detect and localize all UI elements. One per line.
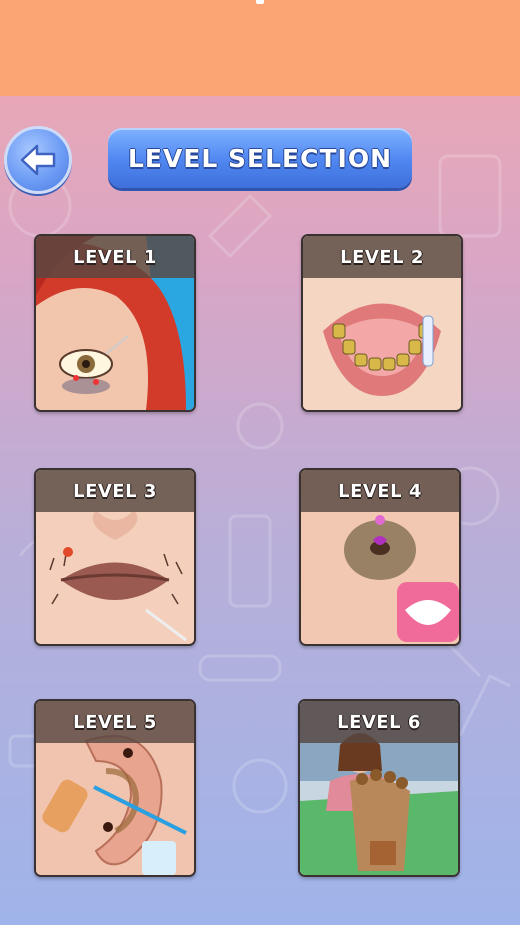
level-card-2[interactable]: LEVEL 2 <box>301 234 463 412</box>
arrow-left-icon <box>20 144 56 176</box>
level-1-label: LEVEL 1 <box>73 246 157 268</box>
level-6-header: LEVEL 6 <box>300 701 458 743</box>
level-card-5[interactable]: LEVEL 5 <box>34 699 196 877</box>
level-1-header: LEVEL 1 <box>36 236 194 278</box>
status-notch <box>256 0 264 4</box>
level-card-3[interactable]: LEVEL 3 <box>34 468 196 646</box>
level-2-label: LEVEL 2 <box>340 246 424 268</box>
top-bar <box>0 0 520 96</box>
level-3-header: LEVEL 3 <box>36 470 194 512</box>
level-6-label: LEVEL 6 <box>337 711 421 733</box>
level-4-label: LEVEL 4 <box>338 480 422 502</box>
back-button[interactable] <box>4 126 72 194</box>
level-3-label: LEVEL 3 <box>73 480 157 502</box>
level-card-1[interactable]: LEVEL 1 <box>34 234 196 412</box>
level-card-6[interactable]: LEVEL 6 <box>298 699 460 877</box>
page-title: LEVEL SELECTION <box>127 143 393 173</box>
level-5-label: LEVEL 5 <box>73 711 157 733</box>
level-4-header: LEVEL 4 <box>301 470 459 512</box>
level-5-header: LEVEL 5 <box>36 701 194 743</box>
level-card-4[interactable]: LEVEL 4 <box>299 468 461 646</box>
level-2-header: LEVEL 2 <box>303 236 461 278</box>
level-selection-title: LEVEL SELECTION <box>108 128 412 188</box>
